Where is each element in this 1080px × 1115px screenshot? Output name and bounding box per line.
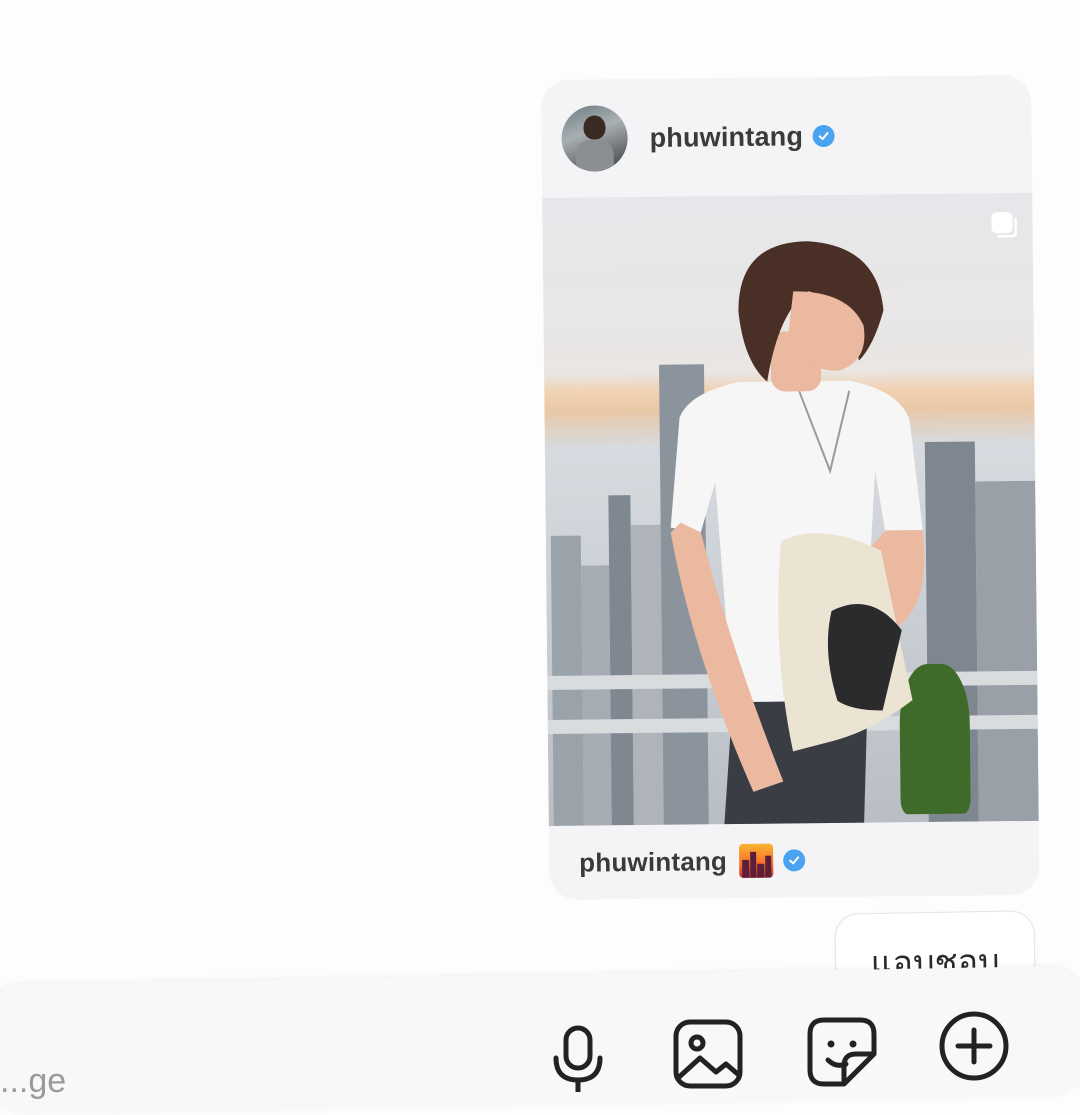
- post-photo[interactable]: [542, 192, 1039, 826]
- sunset-city-emoji-icon: [738, 843, 774, 878]
- shared-post-card[interactable]: phuwintang phuwintang: [541, 74, 1040, 900]
- add-icon[interactable]: [936, 1008, 1012, 1084]
- post-header[interactable]: phuwintang: [541, 75, 1032, 198]
- verified-badge-icon: [812, 124, 836, 148]
- microphone-icon[interactable]: [540, 1018, 616, 1094]
- message-input[interactable]: ...ge: [0, 1062, 66, 1101]
- multi-image-icon: [990, 211, 1018, 239]
- caption-username[interactable]: phuwintang: [579, 846, 727, 879]
- person-figure: [670, 241, 925, 826]
- verified-badge-icon: [782, 849, 806, 872]
- gallery-icon[interactable]: [670, 1016, 746, 1092]
- post-username[interactable]: phuwintang: [649, 121, 803, 154]
- post-caption: phuwintang: [549, 821, 1040, 900]
- profile-avatar[interactable]: [561, 105, 628, 172]
- sticker-icon[interactable]: [804, 1014, 880, 1090]
